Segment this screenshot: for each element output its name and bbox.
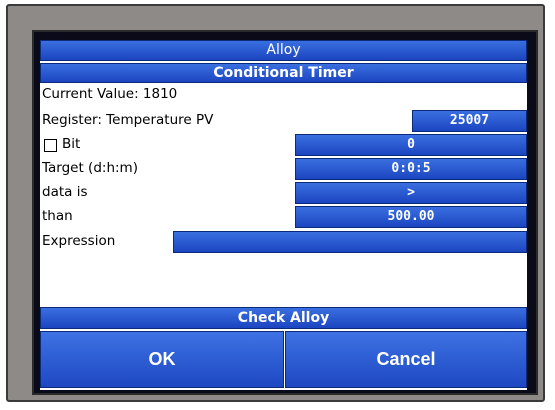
register-label: Register: Temperature PV: [42, 112, 214, 128]
screen-frame: Alloy Conditional Timer Current Value: 1…: [32, 30, 538, 395]
bit-label: Bit: [62, 136, 81, 152]
target-label: Target (d:h:m): [42, 160, 138, 176]
dialog-subtitle: Conditional Timer: [40, 63, 527, 83]
than-label: than: [42, 208, 73, 224]
current-value-label: Current Value: 1810: [42, 86, 178, 102]
dialog-title: Alloy: [40, 40, 527, 61]
data-is-label: data is: [42, 184, 88, 200]
threshold-value-button[interactable]: 500.00: [295, 206, 527, 228]
target-value-button[interactable]: 0:0:5: [295, 158, 527, 180]
ok-button[interactable]: OK: [40, 331, 284, 388]
cancel-button[interactable]: Cancel: [285, 331, 527, 388]
check-alloy-button[interactable]: Check Alloy: [40, 307, 527, 329]
bit-value-button[interactable]: 0: [295, 134, 527, 156]
comparison-operator-button[interactable]: >: [295, 182, 527, 204]
expression-label: Expression: [42, 233, 116, 249]
dialog-area: Alloy Conditional Timer Current Value: 1…: [40, 40, 527, 390]
expression-field-button[interactable]: [173, 231, 527, 253]
device-bezel: Alloy Conditional Timer Current Value: 1…: [6, 4, 545, 402]
register-value-button[interactable]: 25007: [412, 110, 527, 132]
bit-checkbox[interactable]: [44, 139, 57, 152]
